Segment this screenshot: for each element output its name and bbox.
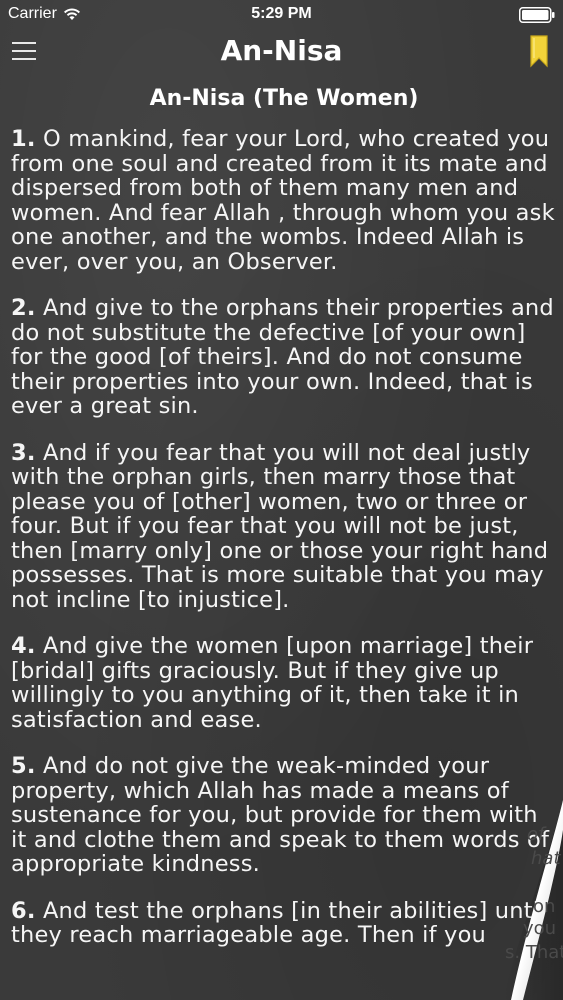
verse-text: And if you fear that you will not deal j… <box>11 439 549 613</box>
curl-text: on <box>533 896 555 917</box>
navigation-bar: An-Nisa <box>0 30 563 74</box>
curl-text: hat <box>531 848 561 869</box>
status-bar: Carrier 5:29 PM <box>0 0 563 30</box>
verse-number: 3. <box>11 439 36 466</box>
verse-4: 4. And give the women [upon marriage] th… <box>11 634 557 732</box>
surah-heading: An-Nisa (The Women) <box>149 86 419 111</box>
verse-text: O mankind, fear your Lord, who created y… <box>11 126 555 275</box>
curl-text: of <box>527 824 547 845</box>
battery-icon <box>519 7 555 23</box>
page-curl-handle[interactable]: of hat on you s. That <box>453 800 563 1000</box>
verse-number: 5. <box>11 753 36 779</box>
curl-text: s. That <box>505 942 563 963</box>
verse-number: 4. <box>11 633 36 659</box>
verse-number: 1. <box>11 126 36 152</box>
verse-text: And give to the orphans their properties… <box>11 295 554 419</box>
status-time: 5:29 PM <box>251 5 312 22</box>
verse-number: 6. <box>11 897 36 924</box>
verse-number: 2. <box>11 295 36 321</box>
bookmark-icon[interactable] <box>529 34 549 68</box>
verse-text: And give the women [upon marriage] their… <box>11 633 534 733</box>
curl-text: you <box>523 918 556 939</box>
verse-1: 1. O mankind, fear your Lord, who create… <box>11 127 557 274</box>
page-title: An-Nisa <box>220 34 343 67</box>
verse-2: 2. And give to the orphans their propert… <box>11 296 557 419</box>
verse-3: 3. And if you fear that you will not dea… <box>11 439 557 613</box>
